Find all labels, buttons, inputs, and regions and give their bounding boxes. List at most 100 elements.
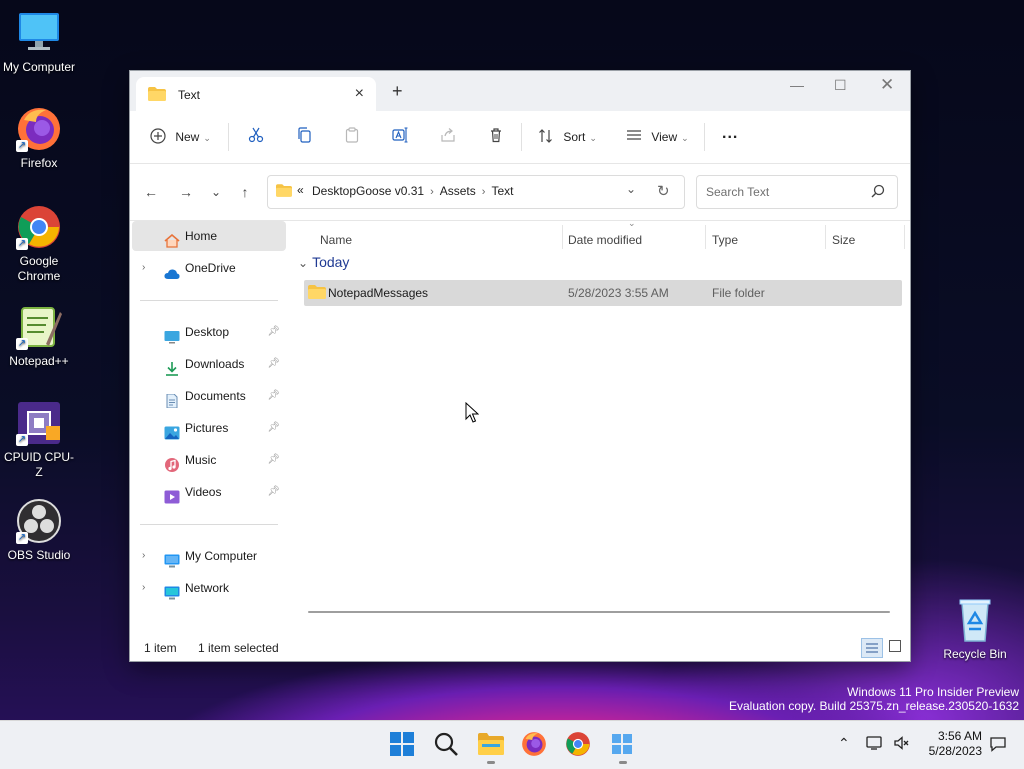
pin-icon[interactable]: 📌︎ [267,349,280,379]
pin-icon[interactable]: 📌︎ [267,317,280,347]
table-row[interactable]: NotepadMessages 5/28/2023 3:55 AM File f… [304,280,902,306]
sidebar-item-documents[interactable]: Documents 📌︎ [132,381,286,411]
sidebar-item-network[interactable]: › Network [132,573,286,603]
running-indicator [619,761,627,764]
pin-icon[interactable]: 📌︎ [267,381,280,411]
share-button[interactable] [440,127,456,147]
group-header-today[interactable]: ⌄ Today [298,254,349,270]
sidebar-item-desktop[interactable]: Desktop 📌︎ [132,317,286,347]
chevron-right-icon[interactable]: › [482,186,486,198]
clock-time: 3:56 AM [937,729,982,743]
breadcrumb-item[interactable]: DesktopGoose v0.31 [312,184,424,198]
maximize-button[interactable]: ☐ [834,77,847,94]
column-divider[interactable] [904,225,905,249]
computer-icon [164,549,180,568]
forward-arrow-icon[interactable]: → [176,182,196,202]
desktop-icon-obs-studio[interactable]: ↗ OBS Studio [1,498,77,563]
search-icon[interactable] [433,731,461,759]
pin-icon[interactable]: 📌︎ [267,477,280,507]
desktop-icon-notepad-plus-plus[interactable]: ↗ Notepad++ [1,304,77,369]
desktop-icon-recycle-bin[interactable]: Recycle Bin [937,597,1013,662]
tiles-view-icon[interactable] [889,640,901,655]
volume-muted-icon[interactable] [893,735,911,754]
address-bar[interactable]: « DesktopGoose v0.31 › Assets › Text ⌄ ↻ [267,175,685,209]
new-button[interactable]: New ⌄ [150,127,211,147]
paste-button[interactable] [344,127,360,147]
search-input[interactable]: Search Text [696,175,898,209]
chevron-right-icon[interactable]: › [142,541,145,571]
notification-center-icon[interactable] [989,735,1007,756]
pin-icon[interactable]: 📌︎ [267,445,280,475]
desktop-icon-google-chrome[interactable]: ↗ Google Chrome [1,204,77,284]
back-arrow-icon[interactable]: ← [141,182,161,202]
more-options-button[interactable]: ... [722,124,738,144]
search-icon [871,184,885,201]
column-divider[interactable] [562,225,563,249]
column-header-date-modified[interactable]: Date modified [568,233,642,247]
cut-button[interactable] [248,127,264,147]
new-label: New [175,130,200,144]
sidebar-item-videos[interactable]: Videos 📌︎ [132,477,286,507]
close-window-button[interactable]: ✕ [880,75,894,95]
sidebar-item-onedrive[interactable]: › OneDrive [132,253,286,283]
chrome-taskbar-icon[interactable] [565,731,593,759]
tab-text[interactable]: Text × [136,77,376,111]
chevron-down-icon: ⌄ [203,133,211,143]
path-overflow[interactable]: « [297,183,304,197]
pin-icon[interactable]: 📌︎ [267,413,280,443]
rename-button[interactable] [392,127,408,147]
running-indicator [487,761,495,764]
file-date-modified: 5/28/2023 3:55 AM [568,286,669,300]
column-header-type[interactable]: Type [712,233,738,247]
home-icon [164,229,180,248]
desktop-icon-firefox[interactable]: ↗ Firefox [1,106,77,171]
new-tab-button[interactable]: + [392,81,403,102]
sidebar-item-pictures[interactable]: Pictures 📌︎ [132,413,286,443]
evaluation-watermark: Windows 11 Pro Insider Preview Evaluatio… [729,685,1019,713]
chevron-right-icon[interactable]: › [430,186,434,198]
delete-button[interactable] [488,127,504,147]
column-header-size[interactable]: Size [832,233,855,247]
watermark-line: Evaluation copy. Build 25375.zn_release.… [729,699,1019,713]
firefox-taskbar-icon[interactable] [521,731,549,759]
copy-button[interactable] [296,127,312,147]
breadcrumb-item[interactable]: Text [491,184,513,198]
horizontal-scrollbar[interactable] [308,611,890,613]
sidebar-item-downloads[interactable]: Downloads 📌︎ [132,349,286,379]
address-history-chevron-icon[interactable]: ⌄ [626,182,636,196]
sidebar-item-home[interactable]: Home [132,221,286,251]
sidebar-item-music[interactable]: Music 📌︎ [132,445,286,475]
sort-button[interactable]: Sort ⌄ [538,127,597,147]
column-divider[interactable] [825,225,826,249]
breadcrumb-item[interactable]: Assets [440,184,476,198]
refresh-icon[interactable]: ↻ [657,182,670,200]
sidebar-item-label: Desktop [185,325,230,339]
desktop-icon-cpu-z[interactable]: ↗ CPUID CPU-Z [1,400,77,480]
show-hidden-icons-chevron-icon[interactable]: ⌃ [838,735,850,752]
breadcrumb: DesktopGoose v0.31 › Assets › Text [312,184,513,198]
file-type: File folder [712,286,765,300]
up-arrow-icon[interactable]: ↑ [235,182,255,202]
details-view-icon[interactable] [861,638,883,658]
start-button[interactable] [389,731,417,759]
app-taskbar-icon[interactable] [609,731,637,759]
view-button[interactable]: View ⌄ [626,127,689,147]
desktop-icon-label: Google Chrome [17,254,61,283]
minimize-button[interactable]: — [790,77,804,93]
firefox-icon: ↗ [16,106,62,152]
sidebar-item-my-computer[interactable]: › My Computer [132,541,286,571]
system-clock[interactable]: 3:56 AM 5/28/2023 [922,729,982,759]
share-icon [440,128,456,146]
column-header-name[interactable]: Name [320,233,352,247]
sidebar-item-label: OneDrive [185,261,236,275]
file-explorer-taskbar-icon[interactable] [477,731,505,759]
recent-locations-chevron-icon[interactable]: ⌄ [206,182,226,202]
group-label: Today [312,254,350,270]
column-divider[interactable] [705,225,706,249]
close-tab-icon[interactable]: × [355,85,364,103]
desktop-icon-my-computer[interactable]: My Computer [1,10,77,75]
network-status-icon[interactable] [866,735,884,754]
chevron-right-icon[interactable]: › [142,573,145,603]
chevron-right-icon[interactable]: › [142,253,145,283]
command-bar: New ⌄ Sort ⌄ View ⌄ ... [130,111,910,164]
